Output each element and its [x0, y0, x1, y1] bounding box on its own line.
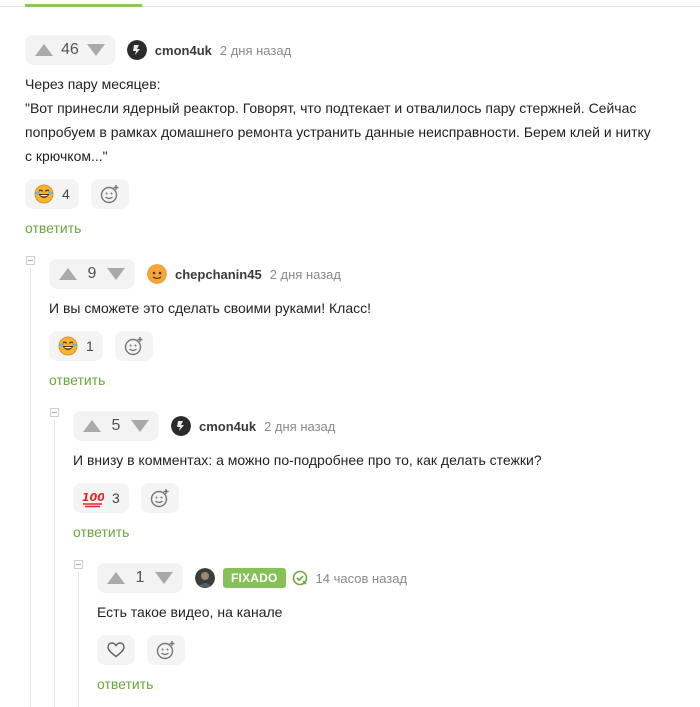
comment-header: 9 chepchanin45 2 дня назад — [49, 259, 341, 289]
active-tab-indicator — [25, 4, 142, 7]
upvote-icon[interactable] — [83, 419, 101, 433]
comment-header: 1 FIXADO 14 часов назад — [97, 563, 407, 593]
add-reaction-icon — [150, 489, 169, 508]
downvote-icon[interactable] — [131, 419, 149, 433]
comment-line: Через пару месяцев: — [25, 76, 161, 92]
reactions — [97, 635, 197, 665]
add-reaction-button[interactable] — [147, 635, 185, 665]
comment-time[interactable]: 2 дня назад — [220, 43, 291, 58]
collapse-thread-button[interactable] — [26, 256, 35, 265]
verified-author-icon — [292, 570, 308, 586]
heart-icon — [107, 642, 125, 658]
author-name[interactable]: chepchanin45 — [175, 267, 262, 282]
rating-value: 5 — [111, 417, 121, 434]
thread-line[interactable] — [54, 420, 55, 707]
rating-control: 9 — [49, 259, 135, 289]
add-reaction-button[interactable] — [90, 179, 129, 209]
author-name[interactable]: cmon4uk — [155, 43, 212, 58]
reply-link[interactable]: ответить — [73, 524, 129, 540]
avatar[interactable] — [171, 416, 191, 436]
reaction-count: 4 — [62, 186, 70, 202]
add-reaction-icon — [100, 185, 119, 204]
comment-line: "Вот принесли ядерный реактор. Говорят, … — [25, 100, 637, 116]
comment-text: Есть такое видео, на канале — [97, 600, 677, 624]
reaction-count: 1 — [86, 338, 94, 354]
reactions: 100 3 — [73, 483, 191, 513]
comment-line: с крючком..." — [25, 148, 108, 164]
comment-time[interactable]: 2 дня назад — [264, 419, 335, 434]
author-badge[interactable]: FIXADO — [223, 568, 286, 588]
add-reaction-icon — [156, 641, 175, 660]
reply-link[interactable]: ответить — [97, 676, 153, 692]
add-reaction-icon — [124, 337, 143, 356]
comment-line: И внизу в комментах: а можно по-подробне… — [73, 452, 542, 468]
rating-control: 46 — [25, 35, 115, 65]
reactions: 4 — [25, 179, 141, 209]
reply-link[interactable]: ответить — [49, 372, 105, 388]
collapse-thread-button[interactable] — [50, 408, 59, 417]
avatar[interactable] — [195, 568, 215, 588]
comment-text: Через пару месяцев: "Вот принесли ядерны… — [25, 72, 675, 168]
reaction-button[interactable]: 100 3 — [73, 483, 129, 513]
add-reaction-button[interactable] — [140, 483, 179, 513]
laughing-face-icon — [34, 184, 54, 204]
laughing-face-icon — [58, 336, 78, 356]
comment-line: Есть такое видео, на канале — [97, 604, 283, 620]
rating-control: 5 — [73, 411, 159, 441]
avatar[interactable] — [147, 264, 167, 284]
thread-line[interactable] — [78, 572, 79, 707]
reaction-button[interactable]: 4 — [25, 179, 79, 209]
tab-bar — [0, 0, 700, 8]
rating-value: 1 — [135, 569, 145, 586]
svg-text:100: 100 — [82, 491, 104, 504]
upvote-icon[interactable] — [59, 267, 77, 281]
reaction-button[interactable]: 1 — [49, 331, 103, 361]
rating-value: 9 — [87, 265, 97, 282]
comment-time[interactable]: 14 часов назад — [316, 571, 408, 586]
downvote-icon[interactable] — [107, 267, 125, 281]
comment-time[interactable]: 2 дня назад — [270, 267, 341, 282]
author-name[interactable]: cmon4uk — [199, 419, 256, 434]
upvote-icon[interactable] — [107, 571, 125, 585]
comment-text: И вы сможете это сделать своими руками! … — [49, 296, 669, 320]
collapse-thread-button[interactable] — [74, 560, 83, 569]
rating-control: 1 — [97, 563, 183, 593]
downvote-icon[interactable] — [155, 571, 173, 585]
comment-header: 46 cmon4uk 2 дня назад — [25, 35, 291, 65]
downvote-icon[interactable] — [86, 43, 105, 57]
thread-line[interactable] — [30, 268, 31, 707]
reaction-count: 3 — [112, 490, 120, 506]
reaction-button[interactable] — [97, 635, 135, 665]
upvote-icon[interactable] — [35, 43, 53, 57]
comment-line: И вы сможете это сделать своими руками! … — [49, 300, 372, 316]
reactions: 1 — [49, 331, 165, 361]
avatar[interactable] — [126, 40, 147, 60]
reply-link[interactable]: ответить — [25, 220, 81, 236]
comment-text: И внизу в комментах: а можно по-подробне… — [73, 448, 673, 472]
rating-value: 46 — [61, 41, 79, 58]
hundred-points-icon: 100 — [82, 491, 104, 508]
add-reaction-button[interactable] — [114, 331, 153, 361]
comment-header: 5 cmon4uk 2 дня назад — [73, 411, 335, 441]
comment-line: попробуем в рамках домашнего ремонта уст… — [25, 124, 651, 140]
